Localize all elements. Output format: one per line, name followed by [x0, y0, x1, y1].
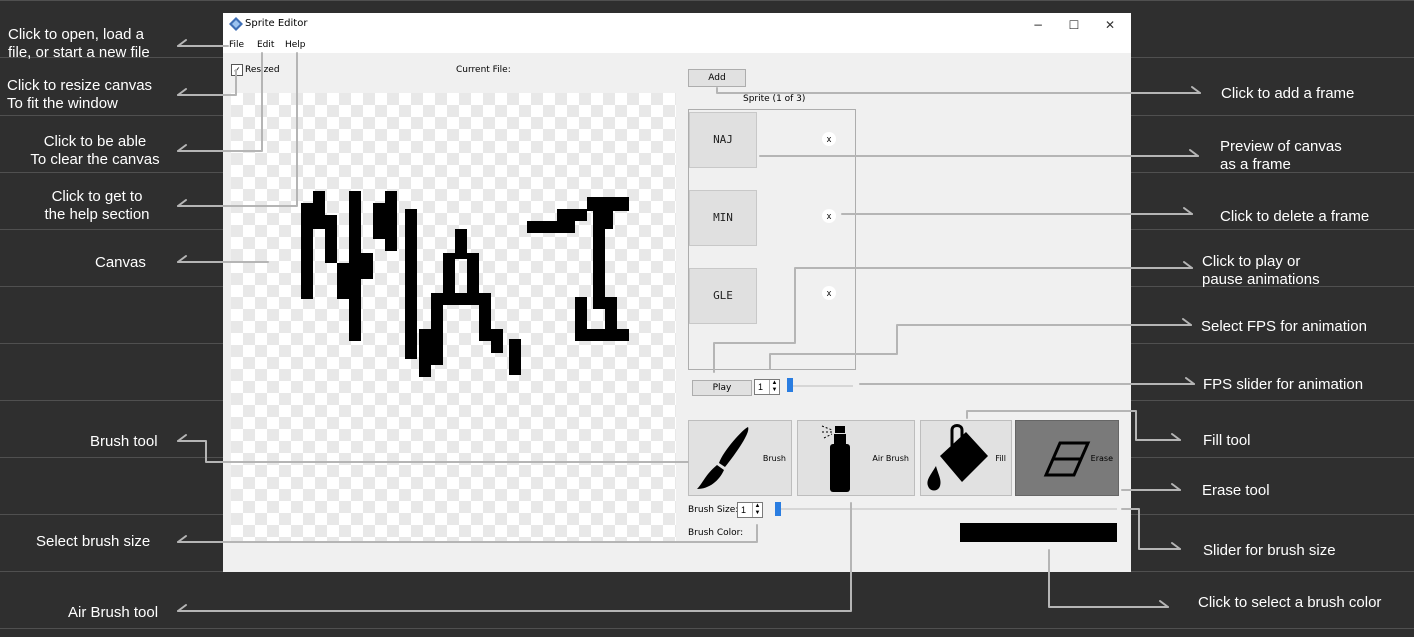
title-bar: Sprite Editor − ☐ ✕ [223, 13, 1131, 37]
menu-help[interactable]: Help [285, 40, 306, 50]
resized-label: Resized [245, 65, 280, 75]
spin-arrows-icon[interactable]: ▲ ▼ [769, 380, 779, 394]
erase-tool-button[interactable]: Erase [1015, 420, 1119, 496]
delete-frame-button[interactable]: x [822, 209, 836, 223]
menu-bar: File Edit Help [223, 37, 1131, 53]
frame-thumbnail[interactable]: MIN [689, 190, 757, 246]
sprite-counter: Sprite (1 of 3) [743, 94, 806, 104]
brush-size-slider-thumb[interactable] [775, 502, 781, 516]
brush-size-spinbox[interactable]: 1 ▲ ▼ [737, 502, 763, 518]
annotation-fill: Fill tool [1203, 432, 1251, 449]
delete-frame-button[interactable]: x [822, 132, 836, 146]
frames-panel: NAJ x MIN x GLE x [688, 109, 856, 370]
annotation-brush: Brush tool [90, 433, 158, 450]
window-title: Sprite Editor [245, 18, 308, 29]
brush-color-label: Brush Color: [688, 528, 744, 538]
fps-spinbox[interactable]: 1 ▲ ▼ [754, 379, 780, 395]
brush-size-slider-track[interactable] [775, 508, 1117, 510]
spin-arrows-icon[interactable]: ▲ ▼ [752, 503, 762, 517]
annotation-delete-frame: Click to delete a frame [1220, 208, 1370, 225]
tool-label: Fill [995, 454, 1006, 463]
annotation-preview: Preview of canvas as a frame [1220, 138, 1342, 173]
play-button[interactable]: Play [692, 380, 752, 396]
brush-tool-button[interactable]: Brush [688, 420, 792, 496]
annotation-slider-brush: Slider for brush size [1203, 542, 1336, 559]
paintbrush-icon [697, 427, 749, 489]
annotation-erase: Erase tool [1202, 482, 1270, 499]
fill-tool-button[interactable]: Fill [920, 420, 1012, 496]
annotation-air-brush: Air Brush tool [68, 604, 159, 621]
tool-label: Air Brush [872, 454, 909, 463]
current-file-label: Current File: [456, 65, 511, 75]
frame-thumbnail[interactable]: NAJ [689, 112, 757, 168]
menu-edit[interactable]: Edit [257, 40, 274, 50]
close-button[interactable]: ✕ [1093, 15, 1127, 35]
fps-value: 1 [758, 382, 764, 392]
brush-size-value: 1 [741, 505, 747, 515]
annotation-edit-menu: Click to be able To clear the canvas [30, 133, 160, 168]
annotation-brush-color: Click to select a brush color [1198, 594, 1382, 611]
frame-thumbnail[interactable]: GLE [689, 268, 757, 324]
minimize-button[interactable]: − [1021, 15, 1055, 35]
annotation-play: Click to play or pause animations [1202, 253, 1320, 288]
maximize-button[interactable]: ☐ [1057, 15, 1091, 35]
spray-can-icon [821, 425, 850, 492]
fps-slider-thumb[interactable] [787, 378, 793, 392]
tool-label: Erase [1090, 454, 1113, 463]
delete-frame-button[interactable]: x [822, 286, 836, 300]
eraser-icon [1043, 441, 1091, 477]
tool-label: Brush [762, 454, 786, 463]
brush-size-label: Brush Size: [688, 505, 739, 515]
drawing-canvas[interactable] [231, 93, 676, 541]
add-frame-button[interactable]: Add [688, 69, 746, 87]
annotation-resize: Click to resize canvas To fit the window [7, 77, 153, 112]
menu-file[interactable]: File [229, 40, 244, 50]
paint-bucket-icon [927, 424, 988, 491]
annotation-canvas: Canvas [95, 254, 146, 271]
annotation-fps-slider: FPS slider for animation [1203, 376, 1364, 393]
annotation-fps-select: Select FPS for animation [1201, 318, 1367, 335]
annotation-file-menu: Click to open, load a file, or start a n… [8, 26, 150, 61]
annotation-add-frame: Click to add a frame [1221, 85, 1355, 102]
brush-color-swatch[interactable] [960, 523, 1117, 542]
resized-checkbox[interactable]: ✓ [231, 64, 243, 76]
sprite-editor-window: Sprite Editor − ☐ ✕ File Edit Help ✓ Res… [223, 13, 1131, 572]
app-icon [229, 17, 243, 31]
air-brush-tool-button[interactable]: Air Brush [797, 420, 915, 496]
annotation-help-menu: Click to get to the help section [44, 188, 150, 223]
fps-slider-track[interactable] [787, 385, 853, 387]
annotation-brush-size: Select brush size [36, 533, 151, 550]
canvas-drawing [301, 191, 629, 377]
